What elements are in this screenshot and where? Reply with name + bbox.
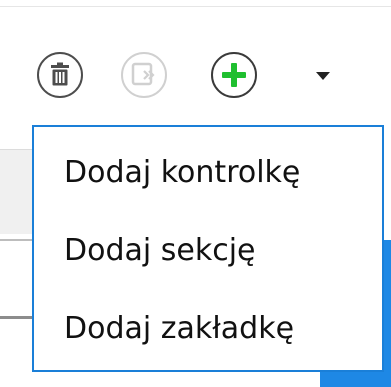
menu-item-label: Dodaj zakładkę xyxy=(64,310,295,346)
menu-item-add-section[interactable]: Dodaj sekcję xyxy=(34,211,382,289)
add-dropdown-menu: Dodaj kontrolkę Dodaj sekcję Dodaj zakła… xyxy=(32,125,384,372)
divider xyxy=(0,316,34,319)
menu-item-label: Dodaj sekcję xyxy=(64,232,256,268)
import-button[interactable] xyxy=(121,52,167,98)
divider xyxy=(0,6,391,7)
menu-item-label: Dodaj kontrolkę xyxy=(64,154,301,190)
divider xyxy=(0,239,34,241)
background-accent xyxy=(384,240,391,387)
add-button[interactable] xyxy=(211,52,257,98)
menu-item-add-tab[interactable]: Dodaj zakładkę xyxy=(34,289,382,367)
menu-item-add-control[interactable]: Dodaj kontrolkę xyxy=(34,133,382,211)
background-panel xyxy=(0,149,34,234)
delete-button[interactable] xyxy=(37,52,83,98)
trash-icon xyxy=(51,62,69,86)
import-icon xyxy=(131,62,155,86)
plus-icon xyxy=(222,63,246,87)
dropdown-toggle[interactable] xyxy=(311,68,335,84)
app-window: Dodaj kontrolkę Dodaj sekcję Dodaj zakła… xyxy=(0,0,391,387)
caret-down-icon xyxy=(316,72,330,80)
